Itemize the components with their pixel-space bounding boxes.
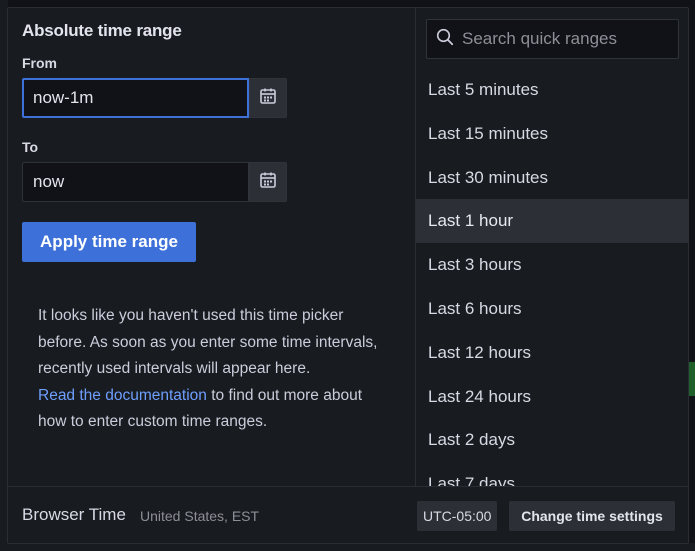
quick-range-item[interactable]: Last 3 hours [416,243,689,287]
to-calendar-button[interactable] [249,162,287,202]
utc-offset-badge: UTC-05:00 [417,501,498,531]
calendar-icon [259,87,277,110]
change-time-settings-button[interactable]: Change time settings [509,501,675,531]
from-label: From [22,55,57,71]
quick-ranges-pane: Last 5 minutes Last 15 minutes Last 30 m… [415,8,689,486]
background-axis-strip [0,543,695,551]
empty-history-help: It looks like you haven't used this time… [38,303,378,436]
quick-range-item[interactable]: Last 6 hours [416,287,689,331]
absolute-range-title: Absolute time range [22,21,182,40]
quick-ranges-list: Last 5 minutes Last 15 minutes Last 30 m… [416,68,689,486]
quick-range-item[interactable]: Last 30 minutes [416,156,689,200]
quick-range-item[interactable]: Last 15 minutes [416,112,689,156]
quick-range-item-selected[interactable]: Last 1 hour [416,199,689,244]
quick-range-item[interactable]: Last 5 minutes [416,68,689,112]
quick-range-item[interactable]: Last 12 hours [416,331,689,375]
calendar-icon [259,171,277,194]
browser-time-label: Browser Time [22,505,126,524]
quick-range-item[interactable]: Last 24 hours [416,375,689,419]
search-icon [436,28,454,51]
time-settings-footer: Browser Time United States, EST UTC-05:0… [8,486,688,543]
quick-range-item[interactable]: Last 7 days [416,462,689,486]
background-graph-fragment [689,362,695,396]
from-input[interactable] [22,78,249,118]
timezone-location: United States, EST [140,508,260,524]
to-input[interactable] [22,162,249,202]
time-picker-popover: Absolute time range From To [7,7,689,544]
to-label: To [22,139,39,155]
help-text: It looks like you haven't used this time… [38,307,378,377]
absolute-range-pane: Absolute time range From To [8,8,415,486]
from-calendar-button[interactable] [249,78,287,118]
search-input[interactable] [462,29,672,49]
apply-time-range-button[interactable]: Apply time range [22,222,196,262]
quick-range-item[interactable]: Last 2 days [416,418,689,462]
quick-range-search[interactable] [426,19,679,59]
documentation-link[interactable]: Read the documentation [38,387,207,404]
